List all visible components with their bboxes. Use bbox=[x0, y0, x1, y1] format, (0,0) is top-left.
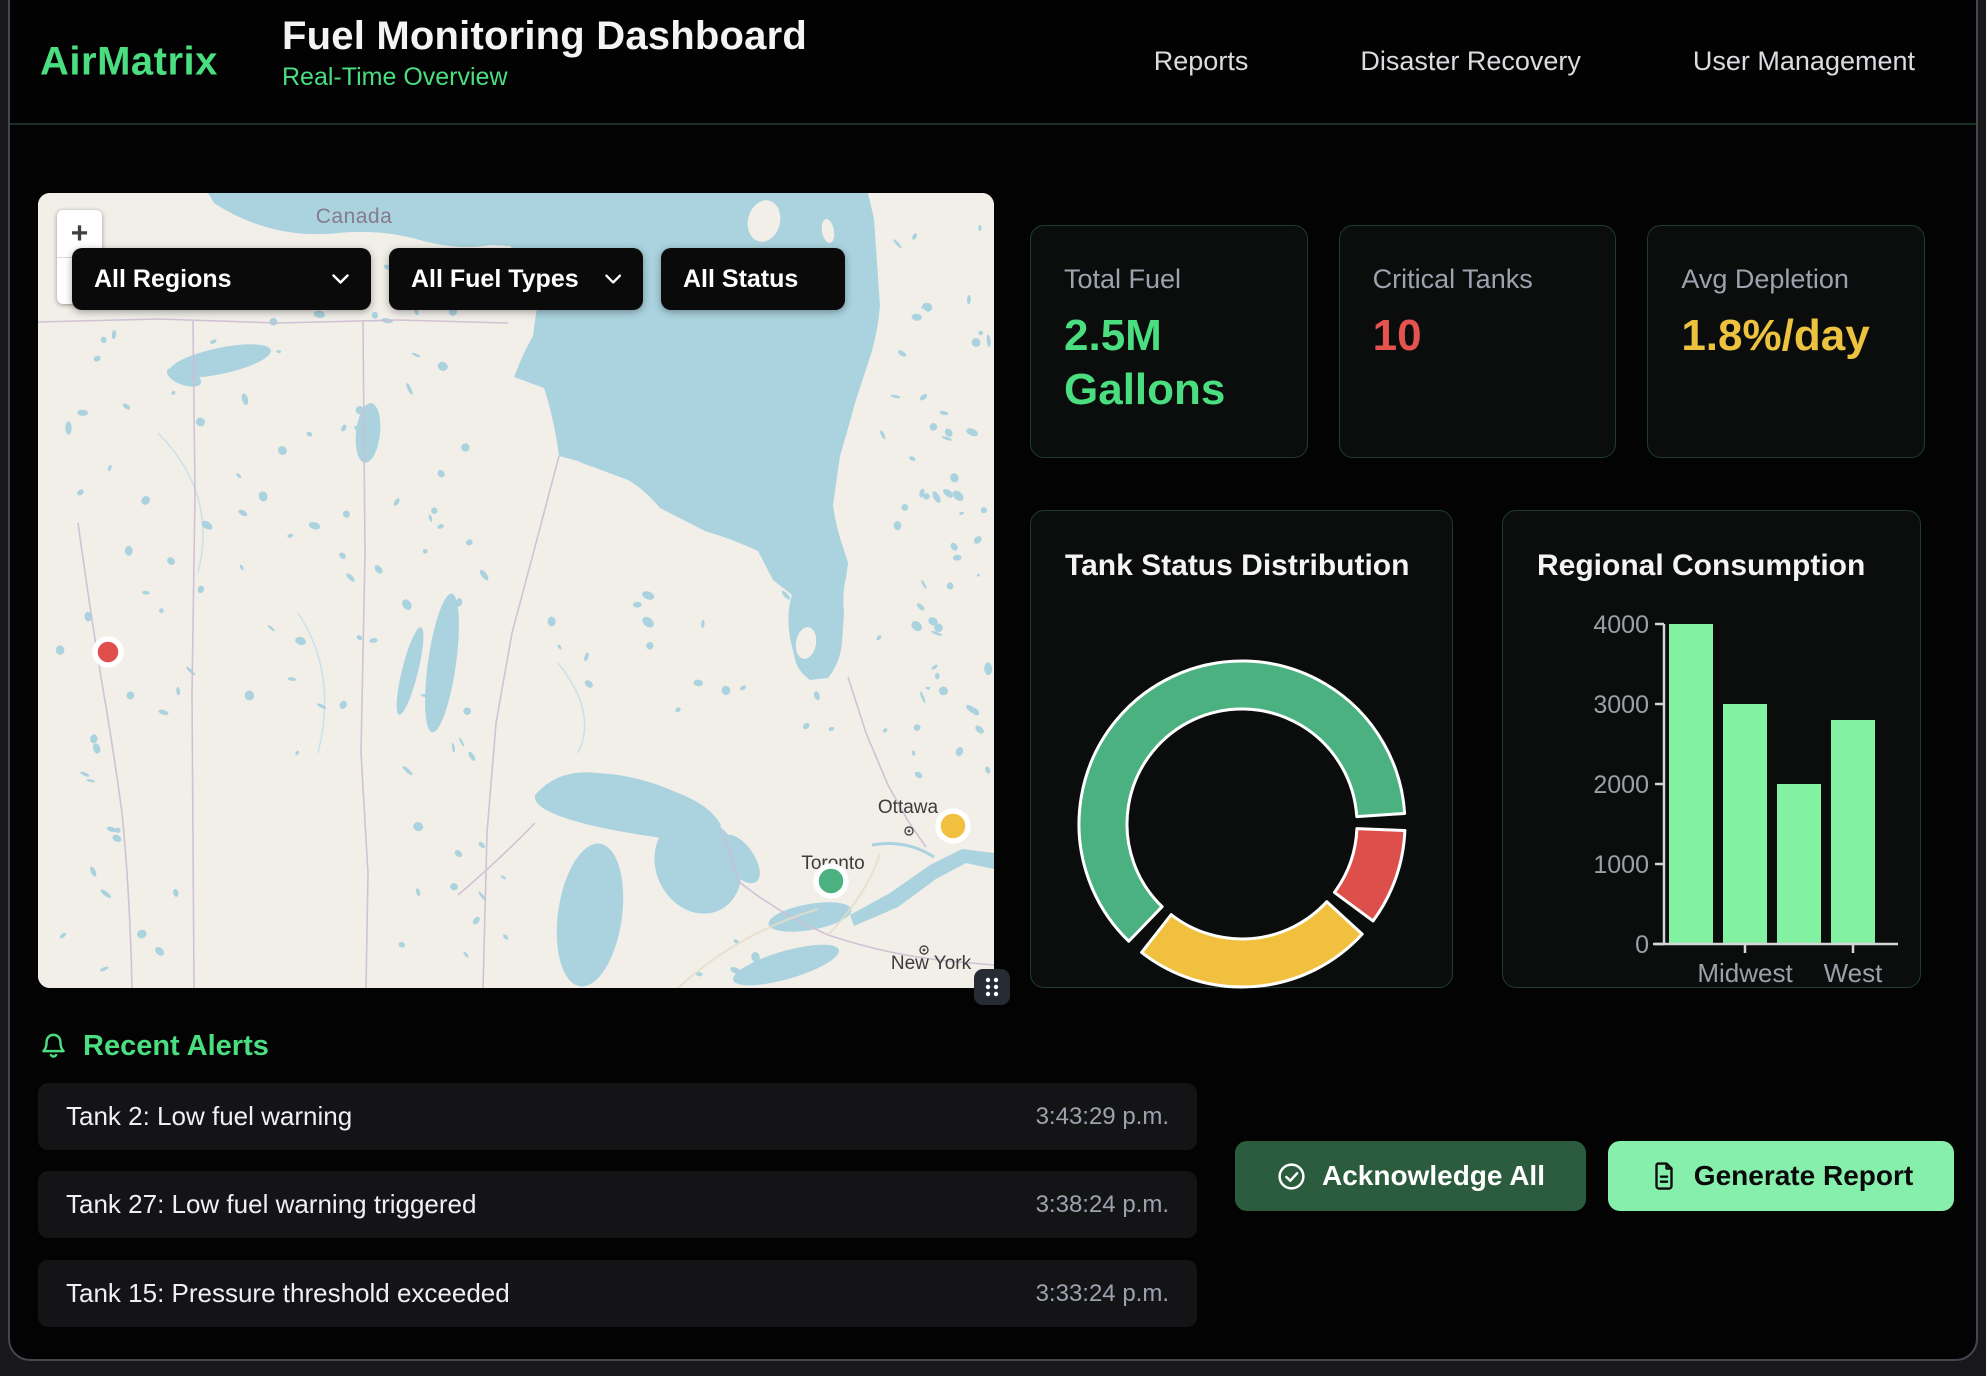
stat-label: Avg Depletion bbox=[1681, 264, 1891, 295]
bell-icon bbox=[38, 1031, 69, 1062]
page-subtitle: Real-Time Overview bbox=[282, 63, 807, 92]
alert-row: Tank 15: Pressure threshold exceeded 3:3… bbox=[38, 1260, 1197, 1327]
drag-grip-icon bbox=[982, 975, 1002, 999]
chart-title: Regional Consumption bbox=[1537, 549, 1865, 583]
tank-map[interactable]: CanadaOttawaTorontoNew York + − All Regi… bbox=[38, 193, 994, 988]
map-city-label-ottawa: Ottawa bbox=[878, 797, 939, 818]
acknowledge-all-label: Acknowledge All bbox=[1322, 1160, 1545, 1192]
stat-card-total-fuel: Total Fuel 2.5M Gallons bbox=[1030, 225, 1308, 458]
alert-timestamp: 3:33:24 p.m. bbox=[1036, 1280, 1169, 1308]
y-axis-tick-label: 0 bbox=[1635, 931, 1649, 959]
header: AirMatrix Fuel Monitoring Dashboard Real… bbox=[10, 0, 1976, 125]
main-nav: Reports Disaster Recovery User Managemen… bbox=[1154, 0, 1915, 123]
map-viewport: CanadaOttawaTorontoNew York + − All Regi… bbox=[38, 193, 994, 988]
alert-row: Tank 27: Low fuel warning triggered 3:38… bbox=[38, 1171, 1197, 1238]
alert-timestamp: 3:43:29 p.m. bbox=[1036, 1103, 1169, 1131]
map-country-label: Canada bbox=[316, 205, 393, 228]
app-logo: AirMatrix bbox=[40, 39, 218, 84]
tank-marker-warning[interactable] bbox=[938, 811, 968, 841]
chevron-down-icon bbox=[605, 274, 621, 285]
alert-timestamp: 3:38:24 p.m. bbox=[1036, 1191, 1169, 1219]
stat-card-avg-depletion: Avg Depletion 1.8%/​day bbox=[1647, 225, 1925, 458]
x-axis-tick-label: West bbox=[1824, 958, 1884, 988]
y-axis-tick-label: 2000 bbox=[1593, 771, 1649, 799]
fuel-type-filter-select[interactable]: All Fuel Types bbox=[389, 248, 643, 310]
recent-alerts-header: Recent Alerts bbox=[38, 1030, 269, 1063]
map-town-dot-center bbox=[908, 830, 911, 833]
fuel-monitoring-dashboard: AirMatrix Fuel Monitoring Dashboard Real… bbox=[0, 0, 1986, 1376]
bar-region-0 bbox=[1669, 624, 1713, 944]
acknowledge-all-button[interactable]: Acknowledge All bbox=[1235, 1141, 1586, 1211]
status-filter-value: All Status bbox=[683, 265, 798, 294]
fuel-type-filter-value: All Fuel Types bbox=[411, 265, 579, 294]
donut-segment-warning bbox=[1142, 902, 1363, 987]
region-filter-value: All Regions bbox=[94, 265, 232, 294]
stat-value: 10 bbox=[1373, 309, 1578, 363]
tank-status-chart-card: Tank Status Distribution bbox=[1030, 510, 1453, 988]
check-circle-icon bbox=[1276, 1161, 1307, 1192]
page-title: Fuel Monitoring Dashboard bbox=[282, 14, 807, 59]
recent-alerts-title: Recent Alerts bbox=[83, 1030, 269, 1063]
tank-marker-critical[interactable] bbox=[95, 639, 121, 665]
alert-row: Tank 2: Low fuel warning 3:43:29 p.m. bbox=[38, 1083, 1197, 1150]
stat-label: Total Fuel bbox=[1064, 264, 1274, 295]
y-axis-tick-label: 4000 bbox=[1593, 611, 1649, 639]
nav-item-disaster-recovery[interactable]: Disaster Recovery bbox=[1360, 46, 1581, 77]
status-filter-select[interactable]: All Status bbox=[661, 248, 845, 310]
regional-consumption-chart-card: 0 1000 2000 3000 4000 Midwest West Regional Co… bbox=[1502, 510, 1921, 988]
nav-item-user-management[interactable]: User Management bbox=[1693, 46, 1915, 77]
map-city-label-new-york: New York bbox=[891, 953, 972, 974]
map-resize-handle[interactable] bbox=[974, 969, 1010, 1005]
map-island bbox=[854, 515, 862, 531]
stat-cards: Total Fuel 2.5M Gallons Critical Tanks 1… bbox=[1030, 225, 1925, 458]
x-axis-tick-label: Midwest bbox=[1697, 958, 1793, 988]
bar-region-2 bbox=[1777, 784, 1821, 944]
map-canvas: CanadaOttawaTorontoNew York bbox=[38, 193, 994, 988]
alert-text: Tank 15: Pressure threshold exceeded bbox=[66, 1278, 510, 1309]
tank-marker-normal[interactable] bbox=[816, 866, 846, 896]
y-axis-tick-label: 1000 bbox=[1593, 851, 1649, 879]
y-axis-tick-label: 3000 bbox=[1593, 691, 1649, 719]
page-title-block: Fuel Monitoring Dashboard Real-Time Over… bbox=[282, 14, 807, 92]
generate-report-button[interactable]: Generate Report bbox=[1608, 1141, 1954, 1211]
report-document-icon bbox=[1649, 1161, 1679, 1191]
map-filter-bar: All Regions All Fuel Types All Status bbox=[72, 248, 845, 310]
alert-text: Tank 2: Low fuel warning bbox=[66, 1101, 352, 1132]
stat-value: 2.5M Gallons bbox=[1064, 309, 1269, 416]
nav-item-reports[interactable]: Reports bbox=[1154, 46, 1249, 77]
stat-card-critical-tanks: Critical Tanks 10 bbox=[1339, 225, 1617, 458]
chevron-down-icon bbox=[332, 274, 349, 285]
bar-region-1 bbox=[1723, 704, 1767, 944]
bar-region-3 bbox=[1831, 720, 1875, 944]
map-town-dot-center bbox=[923, 949, 926, 952]
stat-label: Critical Tanks bbox=[1373, 264, 1583, 295]
stat-value: 1.8%/​day bbox=[1681, 309, 1886, 363]
region-filter-select[interactable]: All Regions bbox=[72, 248, 371, 310]
generate-report-label: Generate Report bbox=[1694, 1160, 1913, 1192]
chart-title: Tank Status Distribution bbox=[1065, 549, 1409, 583]
alert-text: Tank 27: Low fuel warning triggered bbox=[66, 1189, 476, 1220]
donut-segment-critical bbox=[1334, 829, 1404, 921]
